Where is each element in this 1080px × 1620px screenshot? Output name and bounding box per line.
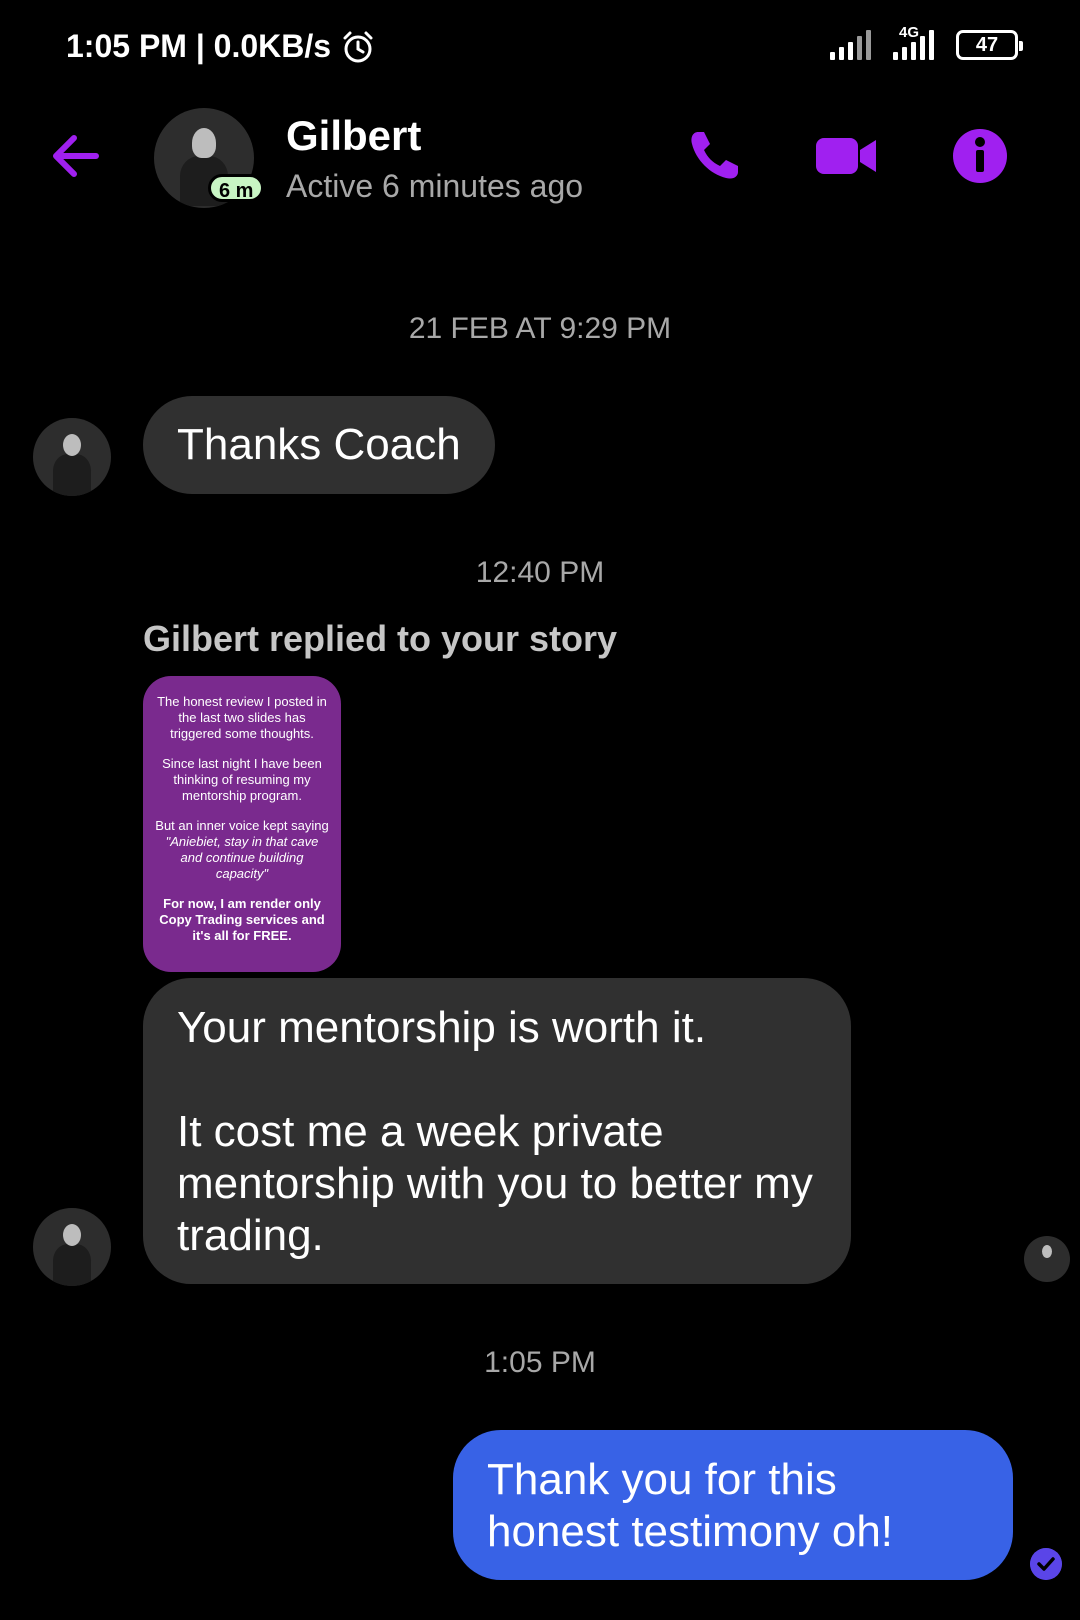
sender-avatar[interactable] (33, 1208, 111, 1286)
incoming-message[interactable]: Your mentorship is worth it. It cost me … (143, 978, 851, 1284)
outgoing-message[interactable]: Thank you for this honest testimony oh! (453, 1430, 1013, 1580)
phone-call-icon[interactable] (684, 126, 748, 186)
back-arrow-icon[interactable] (48, 128, 104, 184)
chat-header: 6 m Gilbert Active 6 minutes ago (0, 100, 1080, 220)
incoming-message[interactable]: Thanks Coach (143, 396, 495, 494)
info-icon[interactable] (948, 126, 1012, 186)
story-text: For now, I am render only Copy Trading s… (159, 896, 325, 943)
battery-icon: 47 (956, 30, 1023, 60)
active-time-badge: 6 m (208, 174, 265, 202)
story-text: But an inner voice kept saying (155, 818, 329, 833)
alarm-icon (343, 31, 373, 62)
story-text: The honest review I posted in the last t… (157, 694, 327, 741)
status-time: 1:05 PM | 0.0KB/s (66, 28, 332, 64)
read-receipt-avatar (1024, 1236, 1070, 1282)
story-thumbnail[interactable]: The honest review I posted in the last t… (143, 676, 341, 972)
status-bar: 1:05 PM | 0.0KB/s 4G 47 (0, 0, 1080, 100)
story-reply-label: Gilbert replied to your story (143, 618, 618, 659)
battery-level: 47 (975, 33, 999, 56)
status-right: 4G 47 (830, 24, 1023, 60)
contact-status: Active 6 minutes ago (286, 168, 584, 204)
video-call-icon[interactable] (814, 126, 878, 186)
timestamp: 12:40 PM (475, 556, 605, 589)
delivered-check-icon (1030, 1548, 1062, 1580)
timestamp: 1:05 PM (484, 1346, 596, 1379)
signal-icon (830, 30, 871, 60)
contact-name[interactable]: Gilbert (286, 112, 421, 160)
timestamp: 21 FEB AT 9:29 PM (408, 312, 672, 345)
story-text: But an inner voice kept saying "Aniebiet… (155, 818, 329, 882)
story-quote: "Aniebiet, stay in that cave and continu… (165, 834, 319, 881)
sender-avatar[interactable] (33, 418, 111, 496)
story-text: Since last night I have been thinking of… (162, 756, 322, 803)
status-left: 1:05 PM | 0.0KB/s (66, 28, 375, 65)
network-4g-signal: 4G (893, 24, 934, 60)
network-type-label: 4G (899, 24, 920, 41)
